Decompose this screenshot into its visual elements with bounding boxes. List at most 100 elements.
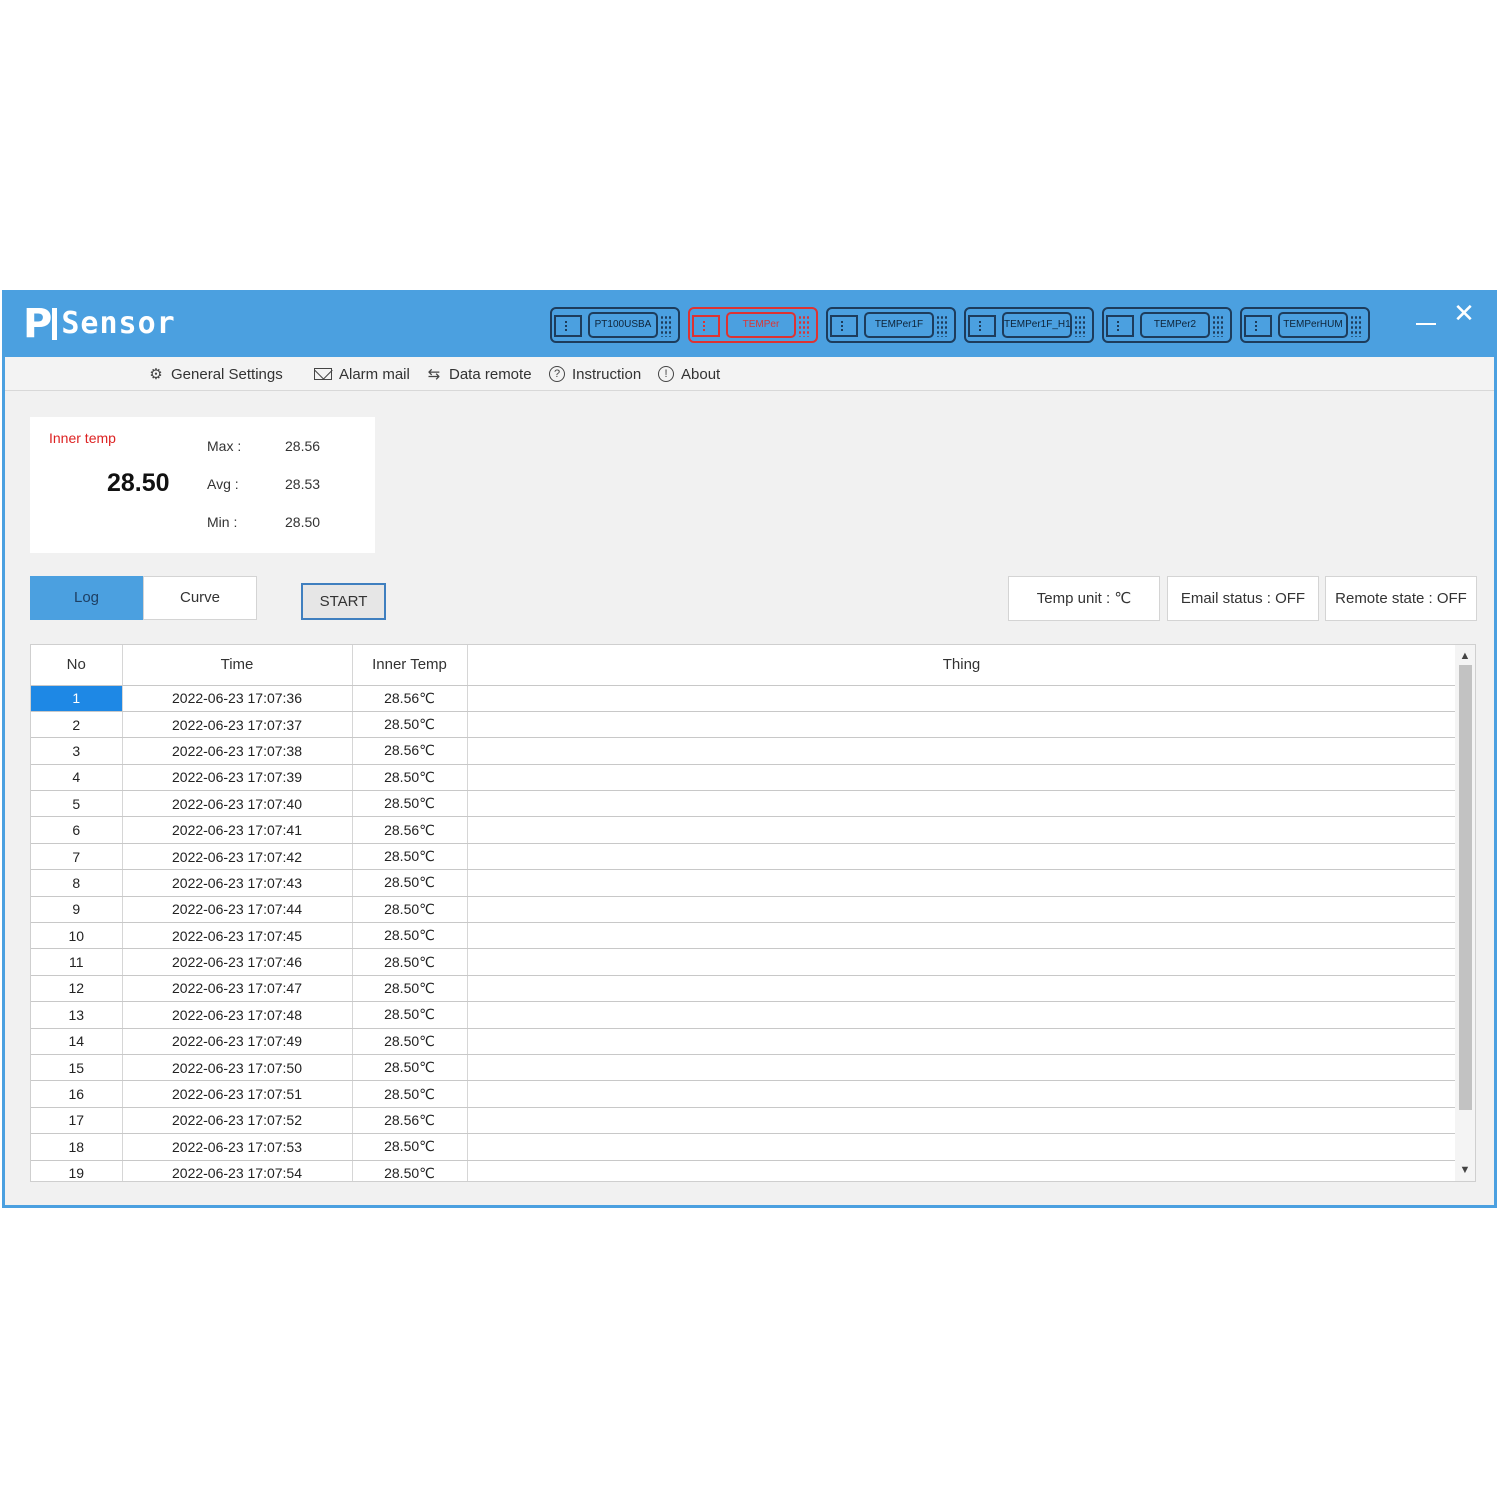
table-header-row: No Time Inner Temp Thing [31, 645, 1457, 686]
table-row[interactable]: 7 2022-06-23 17:07:42 28.50℃ [31, 843, 1457, 871]
scroll-down-icon[interactable]: ▼ [1455, 1161, 1475, 1179]
table-row[interactable]: 17 2022-06-23 17:07:52 28.56℃ [31, 1107, 1457, 1135]
grip-dots-icon [936, 315, 948, 337]
cell-thing [467, 1028, 1457, 1055]
scroll-thumb[interactable] [1459, 665, 1472, 1110]
temp-unit-button[interactable]: Temp unit : ℃ [1008, 576, 1160, 621]
device-4[interactable]: TEMPer2 [1102, 307, 1232, 343]
cell-time: 2022-06-23 17:07:49 [122, 1028, 353, 1055]
cell-inner-temp: 28.50℃ [352, 975, 468, 1003]
table-row[interactable]: 8 2022-06-23 17:07:43 28.50℃ [31, 869, 1457, 897]
cell-no: 18 [31, 1133, 123, 1161]
cell-time: 2022-06-23 17:07:44 [122, 896, 353, 924]
grip-dots-icon [660, 315, 672, 337]
cell-no: 12 [31, 975, 123, 1003]
table-row[interactable]: 4 2022-06-23 17:07:39 28.50℃ [31, 764, 1457, 792]
table-row[interactable]: 9 2022-06-23 17:07:44 28.50℃ [31, 896, 1457, 924]
cell-inner-temp: 28.56℃ [352, 737, 468, 765]
table-row[interactable]: 2 2022-06-23 17:07:37 28.50℃ [31, 711, 1457, 739]
email-status-button[interactable]: Email status : OFF [1167, 576, 1319, 621]
cell-time: 2022-06-23 17:07:47 [122, 975, 353, 1003]
close-button[interactable]: ✕ [1450, 299, 1478, 327]
menu-data-remote[interactable]: ⇆ Data remote [425, 364, 532, 384]
cell-thing [467, 975, 1457, 1003]
usb-plug-icon [968, 315, 996, 337]
cell-inner-temp: 28.50℃ [352, 1080, 468, 1108]
menu-about[interactable]: ! About [658, 364, 720, 384]
inner-temp-label: Inner temp [49, 430, 116, 446]
header-no[interactable]: No [31, 645, 123, 686]
cell-inner-temp: 28.50℃ [352, 1028, 468, 1055]
scroll-up-icon[interactable]: ▲ [1455, 647, 1475, 665]
table-row[interactable]: 15 2022-06-23 17:07:50 28.50℃ [31, 1054, 1457, 1082]
cell-time: 2022-06-23 17:07:36 [122, 685, 353, 712]
table-row[interactable]: 16 2022-06-23 17:07:51 28.50℃ [31, 1080, 1457, 1108]
tab-log[interactable]: Log [30, 576, 143, 620]
cell-inner-temp: 28.50℃ [352, 843, 468, 871]
cell-thing [467, 922, 1457, 950]
logo-sensor: Sensor [52, 308, 175, 340]
app-window: P Sensor PT100USBA TEMPer TEMPer1F TEMPer1F… [2, 290, 1497, 1208]
logo-p: P [23, 301, 52, 347]
cell-thing [467, 764, 1457, 792]
menu-general-settings[interactable]: ⚙ General Settings [147, 364, 283, 384]
table-row[interactable]: 10 2022-06-23 17:07:45 28.50℃ [31, 922, 1457, 950]
device-label: TEMPerHUM [1278, 312, 1348, 338]
cell-no: 10 [31, 922, 123, 950]
table-row[interactable]: 18 2022-06-23 17:07:53 28.50℃ [31, 1133, 1457, 1161]
cell-inner-temp: 28.50℃ [352, 896, 468, 924]
cell-thing [467, 1080, 1457, 1108]
header-time[interactable]: Time [122, 645, 353, 686]
vertical-scrollbar[interactable]: ▲ ▼ [1455, 645, 1475, 1181]
start-button[interactable]: START [301, 583, 386, 620]
cell-no: 13 [31, 1001, 123, 1029]
cell-time: 2022-06-23 17:07:52 [122, 1107, 353, 1135]
table-row[interactable]: 3 2022-06-23 17:07:38 28.56℃ [31, 737, 1457, 765]
table-row[interactable]: 12 2022-06-23 17:07:47 28.50℃ [31, 975, 1457, 1003]
cell-inner-temp: 28.56℃ [352, 816, 468, 844]
cell-no: 7 [31, 843, 123, 871]
table-row[interactable]: 13 2022-06-23 17:07:48 28.50℃ [31, 1001, 1457, 1029]
cell-inner-temp: 28.56℃ [352, 685, 468, 712]
title-bar: P Sensor PT100USBA TEMPer TEMPer1F TEMPer1F… [5, 293, 1494, 357]
table-row[interactable]: 14 2022-06-23 17:07:49 28.50℃ [31, 1028, 1457, 1055]
header-inner-temp[interactable]: Inner Temp [352, 645, 468, 686]
table-row[interactable]: 5 2022-06-23 17:07:40 28.50℃ [31, 790, 1457, 818]
min-value: 28.50 [285, 514, 321, 530]
table-row[interactable]: 11 2022-06-23 17:07:46 28.50℃ [31, 948, 1457, 976]
cell-time: 2022-06-23 17:07:37 [122, 711, 353, 739]
cell-time: 2022-06-23 17:07:41 [122, 816, 353, 844]
cell-time: 2022-06-23 17:07:42 [122, 843, 353, 871]
table-row[interactable]: 1 2022-06-23 17:07:36 28.56℃ [31, 685, 1457, 712]
tab-curve[interactable]: Curve [143, 576, 257, 620]
cell-thing [467, 843, 1457, 871]
cell-no: 9 [31, 896, 123, 924]
cell-time: 2022-06-23 17:07:46 [122, 948, 353, 976]
device-1[interactable]: TEMPer [688, 307, 818, 343]
table-row[interactable]: 19 2022-06-23 17:07:54 28.50℃ [31, 1160, 1457, 1181]
cell-no: 1 [31, 685, 123, 712]
table-row[interactable]: 6 2022-06-23 17:07:41 28.56℃ [31, 816, 1457, 844]
cell-thing [467, 816, 1457, 844]
menu-bar: ⚙ General Settings Alarm mail ⇆ Data rem… [5, 357, 1494, 391]
minimize-button[interactable] [1416, 309, 1436, 325]
device-label: TEMPer1F [864, 312, 934, 338]
cell-thing [467, 711, 1457, 739]
device-2[interactable]: TEMPer1F [826, 307, 956, 343]
device-3[interactable]: TEMPer1F_H1 [964, 307, 1094, 343]
cell-thing [467, 1054, 1457, 1082]
device-0[interactable]: PT100USBA [550, 307, 680, 343]
menu-alarm-mail[interactable]: Alarm mail [314, 364, 410, 384]
device-label: PT100USBA [588, 312, 658, 338]
header-thing[interactable]: Thing [467, 645, 1457, 686]
cell-time: 2022-06-23 17:07:40 [122, 790, 353, 818]
device-5[interactable]: TEMPerHUM [1240, 307, 1370, 343]
menu-general-settings-label: General Settings [171, 365, 283, 383]
usb-plug-icon [830, 315, 858, 337]
menu-instruction[interactable]: ? Instruction [549, 364, 641, 384]
device-label: TEMPer [726, 312, 796, 338]
cell-inner-temp: 28.50℃ [352, 711, 468, 739]
cell-inner-temp: 28.50℃ [352, 1001, 468, 1029]
remote-state-button[interactable]: Remote state : OFF [1325, 576, 1477, 621]
usb-plug-icon [692, 315, 720, 337]
